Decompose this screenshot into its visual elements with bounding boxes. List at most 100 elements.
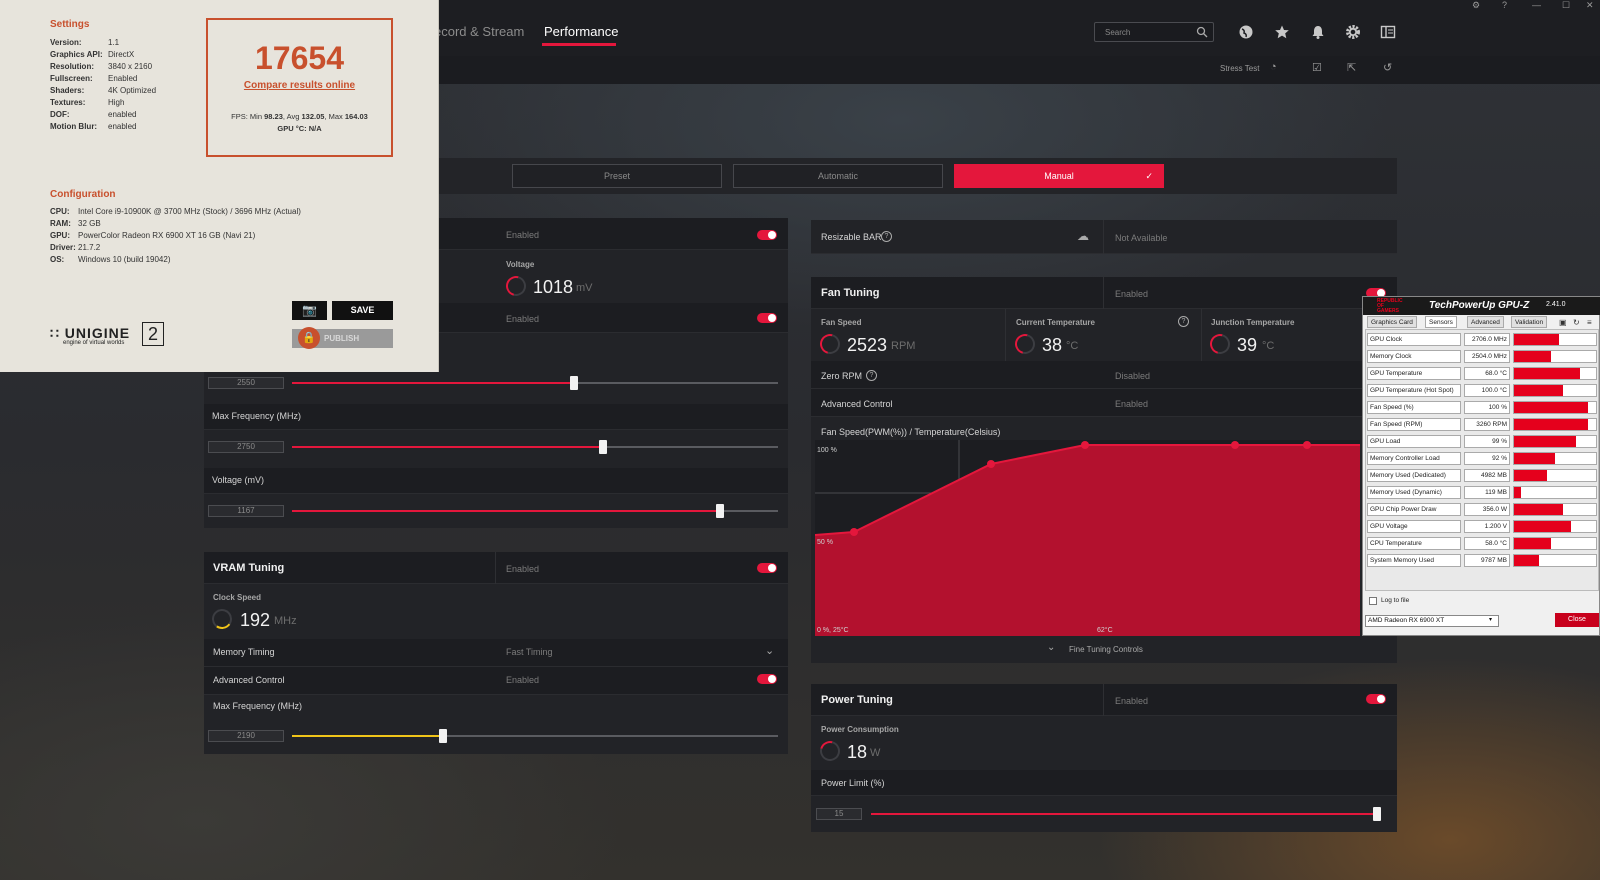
gpu-tuning-toggle[interactable] [757, 230, 777, 240]
power-limit-handle[interactable] [1373, 807, 1381, 821]
vram-max-frequency-handle[interactable] [438, 729, 447, 743]
star-icon[interactable] [1274, 24, 1290, 40]
voltage-mv-row [204, 468, 788, 494]
chevron-down-icon[interactable]: ⌄ [1047, 642, 1055, 653]
camera-icon[interactable]: 📷 [292, 301, 327, 320]
sensor-row: GPU Clock 2706.0 MHz [1367, 333, 1597, 348]
help-icon[interactable]: ? [1502, 0, 1507, 10]
tab-performance[interactable]: Performance [544, 24, 618, 39]
screenshot-icon[interactable]: ▣ [1559, 318, 1567, 327]
curve-point[interactable] [987, 460, 995, 468]
sensor-name[interactable]: GPU Clock [1367, 333, 1461, 346]
sensor-name[interactable]: Memory Used (Dynamic) [1367, 486, 1461, 499]
junction-temp-value: 39 [1237, 335, 1258, 355]
sensor-name[interactable]: Fan Speed (RPM) [1367, 418, 1461, 431]
sensor-name[interactable]: CPU Temperature [1367, 537, 1461, 550]
preset-button[interactable]: Preset [512, 164, 722, 188]
refresh-icon[interactable]: ↻ [1573, 318, 1580, 327]
voltage-unit: mV [576, 282, 593, 294]
search-input[interactable]: Search [1094, 22, 1214, 42]
curve-point[interactable] [1303, 441, 1311, 449]
voltage-mv-handle[interactable] [715, 504, 724, 518]
config-value: Windows 10 (build 19042) [78, 255, 171, 264]
tab-record-stream[interactable]: ecord & Stream [434, 24, 524, 39]
minimize-icon[interactable]: — [1532, 0, 1541, 10]
sensor-graph [1513, 418, 1597, 431]
sensor-value: 1.200 V [1464, 520, 1510, 533]
gpu-tuning-status: Enabled [506, 230, 540, 240]
gpuz-tab[interactable]: Graphics Card [1367, 316, 1417, 328]
fan-advanced-label: Advanced Control [821, 399, 893, 409]
vram-max-frequency-input[interactable]: 2190 [208, 730, 284, 742]
fan-curve-chart[interactable]: 100 % 50 % 0 %, 25°C 62°C [815, 440, 1360, 636]
close-window-icon[interactable]: ✕ [1586, 0, 1594, 10]
min-frequency-input[interactable]: 2550 [208, 377, 284, 389]
sensor-graph-fill [1514, 487, 1521, 498]
advanced-control-toggle[interactable] [757, 313, 777, 323]
log-to-file-checkbox[interactable] [1369, 597, 1377, 605]
stress-test-label[interactable]: Stress Test [1220, 64, 1259, 73]
chevron-down-icon[interactable]: ⌄ [765, 644, 774, 657]
maximize-icon[interactable]: ☐ [1562, 0, 1570, 10]
voltage-mv-input[interactable]: 1167 [208, 505, 284, 517]
gpuz-tab[interactable]: Sensors [1425, 316, 1457, 328]
reset-icon[interactable]: ↺ [1383, 61, 1392, 74]
divider [1201, 309, 1202, 361]
sensor-name[interactable]: GPU Load [1367, 435, 1461, 448]
sensor-name[interactable]: GPU Chip Power Draw [1367, 503, 1461, 516]
curve-point[interactable] [850, 528, 858, 536]
help-icon[interactable]: ? [881, 231, 892, 242]
apply-icon[interactable]: ☑ [1312, 61, 1322, 74]
sensor-row: Fan Speed (RPM) 3260 RPM [1367, 418, 1597, 433]
sensor-name[interactable]: Fan Speed (%) [1367, 401, 1461, 414]
fps-max-label: , Max [324, 112, 345, 121]
vram-toggle[interactable] [757, 563, 777, 573]
gpuz-close-button[interactable]: Close [1555, 613, 1599, 627]
sensor-name[interactable]: GPU Temperature (Hot Spot) [1367, 384, 1461, 397]
sensor-name[interactable]: Memory Controller Load [1367, 452, 1461, 465]
min-frequency-handle[interactable] [569, 376, 578, 390]
curve-point[interactable] [1231, 441, 1239, 449]
min-frequency-slider[interactable] [292, 376, 778, 390]
power-limit-slider[interactable] [871, 807, 1381, 821]
sensor-name[interactable]: Memory Used (Dedicated) [1367, 469, 1461, 482]
help-icon[interactable]: ? [866, 370, 877, 381]
gpuz-tab[interactable]: Validation [1511, 316, 1548, 328]
menu-icon[interactable]: ≡ [1587, 318, 1592, 327]
memory-timing-dropdown[interactable]: Fast Timing [506, 647, 553, 657]
max-frequency-handle[interactable] [599, 440, 608, 454]
save-button[interactable]: SAVE [332, 301, 393, 320]
sensor-graph [1513, 486, 1597, 499]
help-icon[interactable]: ? [1178, 316, 1189, 327]
fine-tuning-controls-toggle[interactable]: Fine Tuning Controls [1069, 645, 1143, 654]
speedometer-icon[interactable]: ◔ [1270, 61, 1277, 73]
bell-icon[interactable] [1310, 24, 1326, 40]
compare-results-link[interactable]: Compare results online [208, 80, 391, 91]
fps-min: 98.23 [264, 112, 283, 121]
setting-value: DirectX [108, 50, 135, 59]
manual-button[interactable]: Manual ✓ [954, 164, 1164, 188]
max-frequency-slider[interactable] [292, 440, 778, 454]
vram-max-frequency-slider[interactable] [292, 729, 778, 743]
gpuz-tab[interactable]: Advanced [1467, 316, 1504, 328]
power-toggle[interactable] [1366, 694, 1386, 704]
curve-point[interactable] [1081, 441, 1089, 449]
manual-label: Manual [1044, 171, 1074, 181]
resizable-bar-row [811, 220, 1397, 254]
sensor-name[interactable]: Memory Clock [1367, 350, 1461, 363]
max-frequency-input[interactable]: 2750 [208, 441, 284, 453]
sensor-name[interactable]: System Memory Used [1367, 554, 1461, 567]
globe-icon[interactable] [1238, 24, 1254, 40]
power-limit-input[interactable]: 15 [816, 808, 862, 820]
sensor-name[interactable]: GPU Temperature [1367, 367, 1461, 380]
vram-advanced-toggle[interactable] [757, 674, 777, 684]
gear-icon[interactable] [1345, 24, 1361, 40]
automatic-button[interactable]: Automatic [733, 164, 943, 188]
voltage-mv-slider[interactable] [292, 504, 778, 518]
sensor-name[interactable]: GPU Voltage [1367, 520, 1461, 533]
bug-report-icon[interactable]: ⚙ [1472, 0, 1480, 10]
power-header-row [811, 684, 1397, 716]
layout-icon[interactable] [1380, 24, 1396, 40]
export-icon[interactable]: ⇱ [1347, 61, 1356, 74]
gpu-device-select[interactable]: AMD Radeon RX 6900 XT [1365, 615, 1499, 627]
